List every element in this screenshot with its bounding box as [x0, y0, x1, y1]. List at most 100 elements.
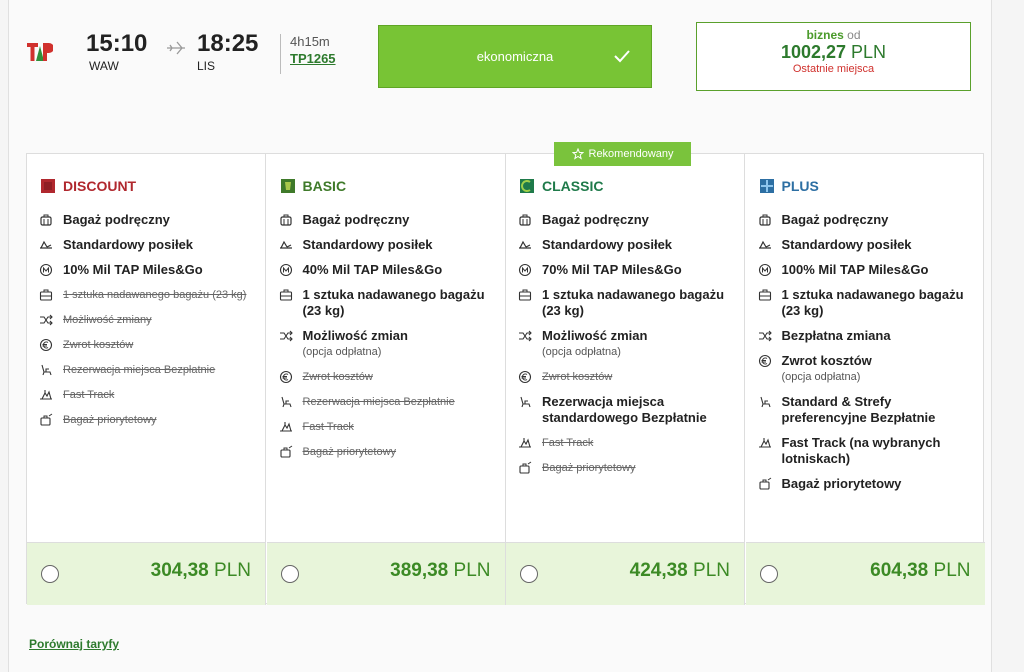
fare-feature: Standardowy posiłek: [758, 237, 978, 253]
business-class-button[interactable]: biznes od 1002,27 PLN Ostatnie miejsca: [696, 22, 971, 91]
seat-icon: [520, 396, 531, 408]
fare-feature: Fast Track: [518, 435, 738, 451]
fare-feature-text: 10% Mil TAP Miles&Go: [63, 262, 203, 277]
fare-feature: Fast Track: [279, 419, 499, 435]
change-icon: [279, 330, 293, 342]
fare-price-row[interactable]: 389,38 PLN: [266, 542, 505, 605]
priority-bag-icon: [758, 477, 771, 490]
business-availability-note: Ostatnie miejsca: [792, 63, 875, 75]
fare-basic-icon: [280, 179, 295, 193]
fare-feature-text: Zwrot kosztów: [781, 353, 872, 368]
fare-feature: Rezerwacja miejsca Bezpłatnie: [39, 362, 259, 378]
business-price-currency: PLN: [851, 42, 887, 62]
checked-bag-icon: [39, 289, 53, 301]
fare-feature: 100% Mil TAP Miles&Go: [758, 262, 978, 278]
checked-bag-icon: [279, 289, 292, 301]
fare-radio-button[interactable]: [280, 565, 299, 583]
fare-feature: 70% Mil TAP Miles&Go: [518, 262, 738, 278]
fare-feature: Zwrot kosztów: [518, 369, 738, 385]
fast-track-icon: [758, 438, 771, 448]
economy-class-button[interactable]: ekonomiczna: [378, 25, 652, 88]
meal-icon: [519, 240, 531, 249]
fare-feature: Standardowy posiłek: [39, 237, 259, 253]
fare-price-currency: PLN: [693, 560, 730, 581]
fare-feature: Bagaż podręczny: [758, 212, 978, 228]
fare-feature-text: Zwrot kosztów: [63, 339, 134, 351]
fare-price-value: 304,38: [150, 560, 209, 581]
fare-header: PLUS: [759, 178, 819, 194]
fare-radio-button[interactable]: [759, 565, 778, 583]
flight-card: 15:10 WAW 18:25 LIS 4h15m TP1265 ekonomi…: [8, 0, 992, 672]
fare-feature-note: (opcja odpłatna): [781, 371, 861, 383]
fare-feature: 1 sztuka nadawanego bagażu (23 kg): [279, 287, 499, 319]
fare-feature-text: Standard & Strefy preferencyjne Bezpłatn…: [781, 394, 936, 425]
fare-name: PLUS: [781, 178, 819, 194]
meal-icon: [40, 240, 52, 249]
fare-price-currency: PLN: [214, 560, 251, 581]
refund-icon: [279, 370, 292, 384]
luggage-icon: [40, 214, 52, 226]
miles-icon: [39, 263, 53, 277]
departure-airport: WAW: [89, 59, 119, 73]
fare-header: BASIC: [280, 178, 346, 194]
compare-fares-link[interactable]: Porównaj taryfy: [29, 637, 119, 651]
fare-column-discount: DISCOUNT Bagaż podręczny Standardowy posił…: [27, 154, 266, 605]
fare-feature: 1 sztuka nadawanego bagażu (23 kg): [518, 287, 738, 319]
fare-feature: Bagaż priorytetowy: [279, 444, 499, 460]
fare-price-value: 604,38: [870, 560, 929, 581]
fare-feature-list: Bagaż podręczny Standardowy posiłek 40% Mi…: [279, 212, 499, 469]
fare-feature: Bagaż podręczny: [39, 212, 259, 228]
fare-feature: Bagaż podręczny: [279, 212, 499, 228]
luggage-icon: [519, 214, 531, 226]
fare-price-row[interactable]: 304,38 PLN: [27, 542, 265, 605]
fare-price: 604,38 PLN: [870, 560, 970, 582]
fare-column-classic: CLASSIC Bagaż podręczny Standardowy posiłe…: [506, 154, 745, 605]
fare-feature-text: 1 sztuka nadawanego bagażu (23 kg): [781, 287, 964, 318]
fare-header: CLASSIC: [520, 178, 603, 194]
fare-feature: Rezerwacja miejsca Bezpłatnie: [279, 394, 499, 410]
fare-feature-text: Bagaż priorytetowy: [542, 462, 636, 474]
fare-radio-button[interactable]: [520, 565, 538, 583]
priority-bag-icon: [279, 445, 292, 458]
fare-feature-text: Fast Track: [302, 421, 354, 433]
seat-icon: [759, 396, 771, 408]
fare-feature: Bagaż priorytetowy: [518, 460, 738, 476]
business-price-value: 1002,27: [780, 42, 847, 62]
meal-icon: [758, 240, 771, 249]
miles-icon: [279, 263, 292, 277]
fare-feature: 40% Mil TAP Miles&Go: [279, 262, 499, 278]
checked-bag-icon: [518, 289, 532, 301]
star-icon: [571, 148, 584, 160]
business-price: 1002,27 PLN: [697, 42, 970, 63]
flight-number-link[interactable]: TP1265: [290, 51, 336, 66]
fare-radio-button[interactable]: [41, 565, 59, 583]
fare-feature-text: Bagaż podręczny: [781, 212, 889, 227]
recommended-label: Rekomendowany: [588, 148, 674, 160]
fare-feature: Bagaż priorytetowy: [758, 476, 978, 492]
fare-feature-list: Bagaż podręczny Standardowy posiłek 10% Mi…: [39, 212, 259, 437]
fare-feature: 10% Mil TAP Miles&Go: [39, 262, 259, 278]
fast-track-icon: [279, 422, 292, 432]
fare-discount-icon: [41, 179, 55, 193]
fare-feature: Standard & Strefy preferencyjne Bezpłatn…: [758, 394, 978, 426]
fare-price-value: 424,38: [629, 560, 688, 581]
fare-price-row[interactable]: 604,38 PLN: [745, 542, 985, 605]
change-icon: [40, 314, 53, 326]
fare-feature: 1 sztuka nadawanego bagażu (23 kg): [758, 287, 978, 319]
fare-feature-text: Bezpłatna zmiana: [781, 328, 891, 343]
fare-price-row[interactable]: 424,38 PLN: [506, 542, 744, 605]
fare-price: 389,38 PLN: [390, 560, 490, 582]
fare-classic-icon: [520, 179, 534, 193]
refund-icon: [758, 354, 771, 368]
fare-feature-text: Możliwość zmiany: [63, 314, 152, 326]
fare-price-value: 389,38: [390, 560, 449, 581]
fare-feature-text: Rezerwacja miejsca Bezpłatnie: [63, 364, 216, 376]
fare-feature-text: Rezerwacja miejsca standardowego Bezpłat…: [542, 394, 707, 425]
fare-feature-text: Standardowy posiłek: [542, 237, 673, 252]
fare-feature-list: Bagaż podręczny Standardowy posiłek 70% Mi…: [518, 212, 738, 485]
seat-icon: [41, 364, 52, 376]
fare-feature-note: (opcja odpłatna): [542, 346, 621, 358]
business-class-label: biznes: [806, 28, 844, 42]
fare-name: CLASSIC: [542, 178, 604, 194]
fare-feature-text: Zwrot kosztów: [302, 371, 373, 383]
